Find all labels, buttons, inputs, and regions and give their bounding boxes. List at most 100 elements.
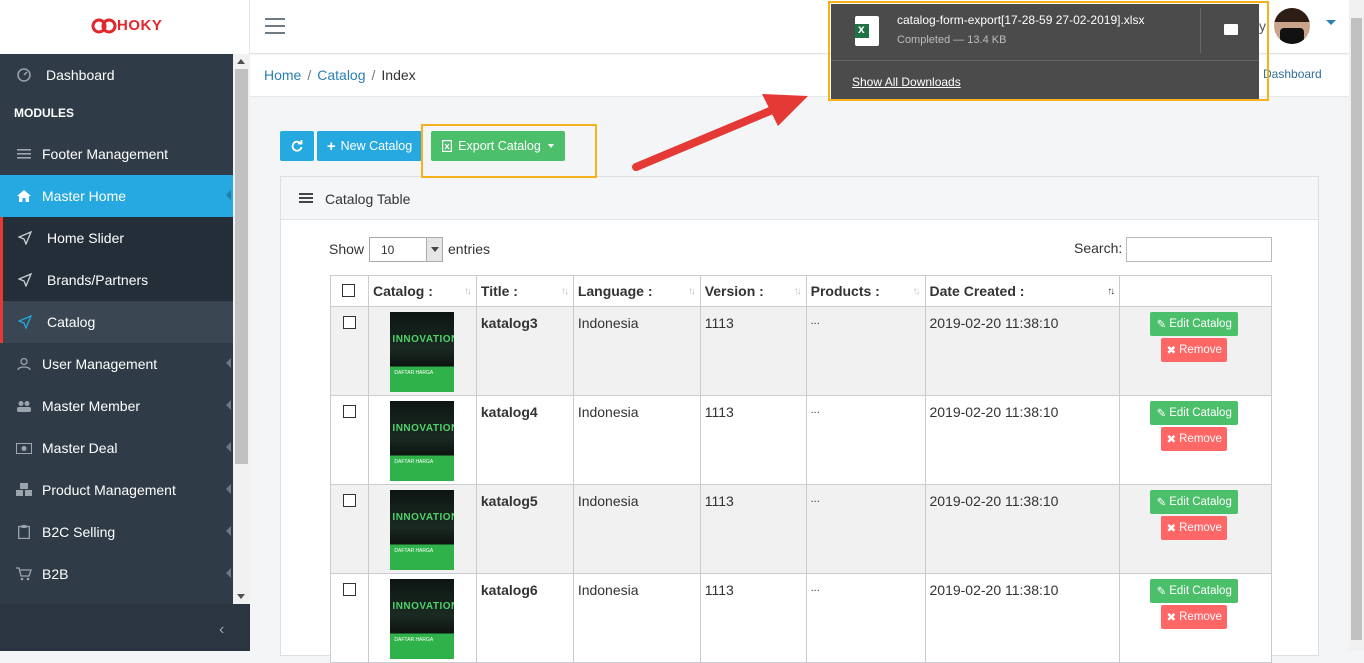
sort-icon: ↑↓ <box>912 286 921 297</box>
sidebar-item-master-home[interactable]: Master Home <box>0 175 233 217</box>
entries-label: entries <box>448 241 491 257</box>
send-icon <box>17 314 33 330</box>
catalog-thumbnail[interactable]: INNOVATION DAFTAR HARGA <box>390 401 455 481</box>
column-header[interactable]: Version : ↑↓ <box>699 275 807 307</box>
logo[interactable]: HOKY <box>0 0 250 54</box>
select-all-checkbox[interactable] <box>342 283 355 297</box>
catalog-table: Catalog : ↑↓ Title : ↑↓ Language : ↑↓ Versi… <box>330 275 1272 663</box>
catalog-date: 2019-02-20 11:38:10 <box>924 306 1121 396</box>
sidebar-item-label: Home Slider <box>47 230 125 246</box>
column-header[interactable]: Products : ↑↓ <box>805 275 926 307</box>
user-menu-caret-icon[interactable] <box>1326 20 1336 25</box>
breadcrumb-home[interactable]: Home <box>264 67 301 83</box>
cart-icon <box>16 566 32 582</box>
edit-catalog-button[interactable]: ✎ Edit Catalog <box>1150 401 1239 425</box>
clipboard-icon <box>16 524 32 540</box>
breadcrumb: Home / Catalog / Index <box>264 67 416 83</box>
scroll-up-icon[interactable] <box>237 59 245 64</box>
column-header[interactable]: Language : ↑↓ <box>572 275 701 307</box>
avatar[interactable] <box>1274 8 1310 44</box>
user-icon <box>16 356 32 372</box>
sidebar-item-footer-management[interactable]: Footer Management <box>0 133 233 175</box>
scroll-down-icon[interactable] <box>237 594 245 599</box>
edit-icon: ✎ <box>1156 586 1167 598</box>
refresh-button[interactable] <box>280 131 314 161</box>
catalog-thumbnail[interactable]: INNOVATION DAFTAR HARGA <box>390 312 455 392</box>
sidebar-item-master-member[interactable]: Master Member <box>0 385 233 427</box>
bars-icon <box>16 146 32 162</box>
sidebar-item-user-management[interactable]: User Management <box>0 343 233 385</box>
remove-button[interactable]: ✖ Remove <box>1161 605 1228 629</box>
sidebar-item-label: B2B <box>42 566 69 582</box>
sidebar-item-home-slider[interactable]: Home Slider <box>0 217 233 259</box>
sort-icon: ↑↓ <box>560 286 569 297</box>
menu-toggle-icon[interactable] <box>265 18 285 34</box>
catalog-thumbnail[interactable]: INNOVATION DAFTAR HARGA <box>390 579 455 659</box>
catalog-date: 2019-02-20 11:38:10 <box>924 484 1121 574</box>
home-icon <box>16 188 32 204</box>
column-header[interactable]: Title : ↑↓ <box>475 275 574 307</box>
catalog-language: Indonesia <box>572 395 701 485</box>
sidebar-item-label: Catalog <box>47 314 96 330</box>
sidebar-item-master-deal[interactable]: Master Deal <box>0 427 233 469</box>
scrollbar-thumb[interactable] <box>235 69 248 464</box>
panel-header: Catalog Table <box>281 177 1318 220</box>
catalog-panel: Catalog Table Show 10 entries Search: Ca… <box>280 176 1319 663</box>
row-checkbox[interactable] <box>343 494 356 507</box>
logo-text: HOKY <box>117 17 163 34</box>
column-header[interactable]: Catalog : ↑↓ <box>367 275 477 307</box>
row-checkbox[interactable] <box>343 405 356 418</box>
edit-catalog-button[interactable]: ✎ Edit Catalog <box>1150 312 1239 336</box>
catalog-thumbnail[interactable]: INNOVATION DAFTAR HARGA <box>390 490 455 570</box>
catalog-language: Indonesia <box>572 484 701 574</box>
remove-button[interactable]: ✖ Remove <box>1161 427 1228 451</box>
catalog-title: katalog5 <box>475 484 574 574</box>
sidebar-item-b2c-selling[interactable]: B2C Selling <box>0 511 233 553</box>
expand-caret-icon <box>226 568 231 578</box>
catalog-version: 1113 <box>699 573 807 663</box>
edit-catalog-button[interactable]: ✎ Edit Catalog <box>1150 579 1239 603</box>
expand-caret-icon <box>226 190 231 200</box>
remove-icon: ✖ <box>1166 434 1177 446</box>
panel-title: Catalog Table <box>325 191 411 207</box>
sidebar-item-b2b[interactable]: B2B <box>0 553 233 595</box>
breadcrumb-catalog[interactable]: Catalog <box>317 67 365 83</box>
edit-icon: ✎ <box>1156 408 1167 420</box>
remove-button[interactable]: ✖ Remove <box>1161 338 1228 362</box>
remove-button[interactable]: ✖ Remove <box>1161 516 1228 540</box>
sidebar-item-brands-partners[interactable]: Brands/Partners <box>0 259 233 301</box>
dashboard-icon <box>16 67 32 83</box>
sidebar-item-label: Master Home <box>42 188 127 204</box>
sidebar-item-catalog[interactable]: Catalog <box>0 301 233 343</box>
sidebar-item-dashboard[interactable]: Dashboard <box>0 54 233 96</box>
row-checkbox[interactable] <box>343 316 356 329</box>
collapse-sidebar-icon[interactable]: ‹ <box>219 621 224 639</box>
new-catalog-button[interactable]: + New Catalog <box>317 131 422 161</box>
column-header[interactable]: Date Created : ↑↓ <box>924 275 1121 307</box>
show-label: Show <box>329 241 365 257</box>
remove-icon: ✖ <box>1166 345 1177 357</box>
sidebar-item-product-management[interactable]: Product Management <box>0 469 233 511</box>
sidebar-scrollbar[interactable] <box>233 54 250 604</box>
sidebar-item-label: User Management <box>42 356 158 372</box>
expand-caret-icon <box>226 358 231 368</box>
send-icon <box>17 230 33 246</box>
catalog-date: 2019-02-20 11:38:10 <box>924 395 1121 485</box>
dashboard-link[interactable]: Dashboard <box>1263 67 1322 81</box>
table-row: INNOVATION DAFTAR HARGA katalog4 Indonesi… <box>330 395 1272 485</box>
money-icon <box>16 440 32 456</box>
edit-catalog-button[interactable]: ✎ Edit Catalog <box>1150 490 1239 514</box>
row-checkbox[interactable] <box>343 583 356 596</box>
sidebar-item-label: Brands/Partners <box>47 272 149 288</box>
search-input[interactable] <box>1126 237 1272 262</box>
page-scrollbar[interactable] <box>1349 0 1364 651</box>
sidebar-item-label: Footer Management <box>42 146 169 162</box>
page-scrollbar-thumb[interactable] <box>1351 18 1362 640</box>
select-all-header[interactable] <box>330 275 369 307</box>
logo-mark-icon <box>91 18 117 34</box>
table-header-row: Catalog : ↑↓ Title : ↑↓ Language : ↑↓ Versi… <box>330 275 1272 307</box>
remove-icon: ✖ <box>1166 523 1177 535</box>
page-length-select[interactable]: 10 <box>369 237 443 262</box>
sidebar-item-label: Dashboard <box>46 67 115 83</box>
catalog-version: 1113 <box>699 395 807 485</box>
